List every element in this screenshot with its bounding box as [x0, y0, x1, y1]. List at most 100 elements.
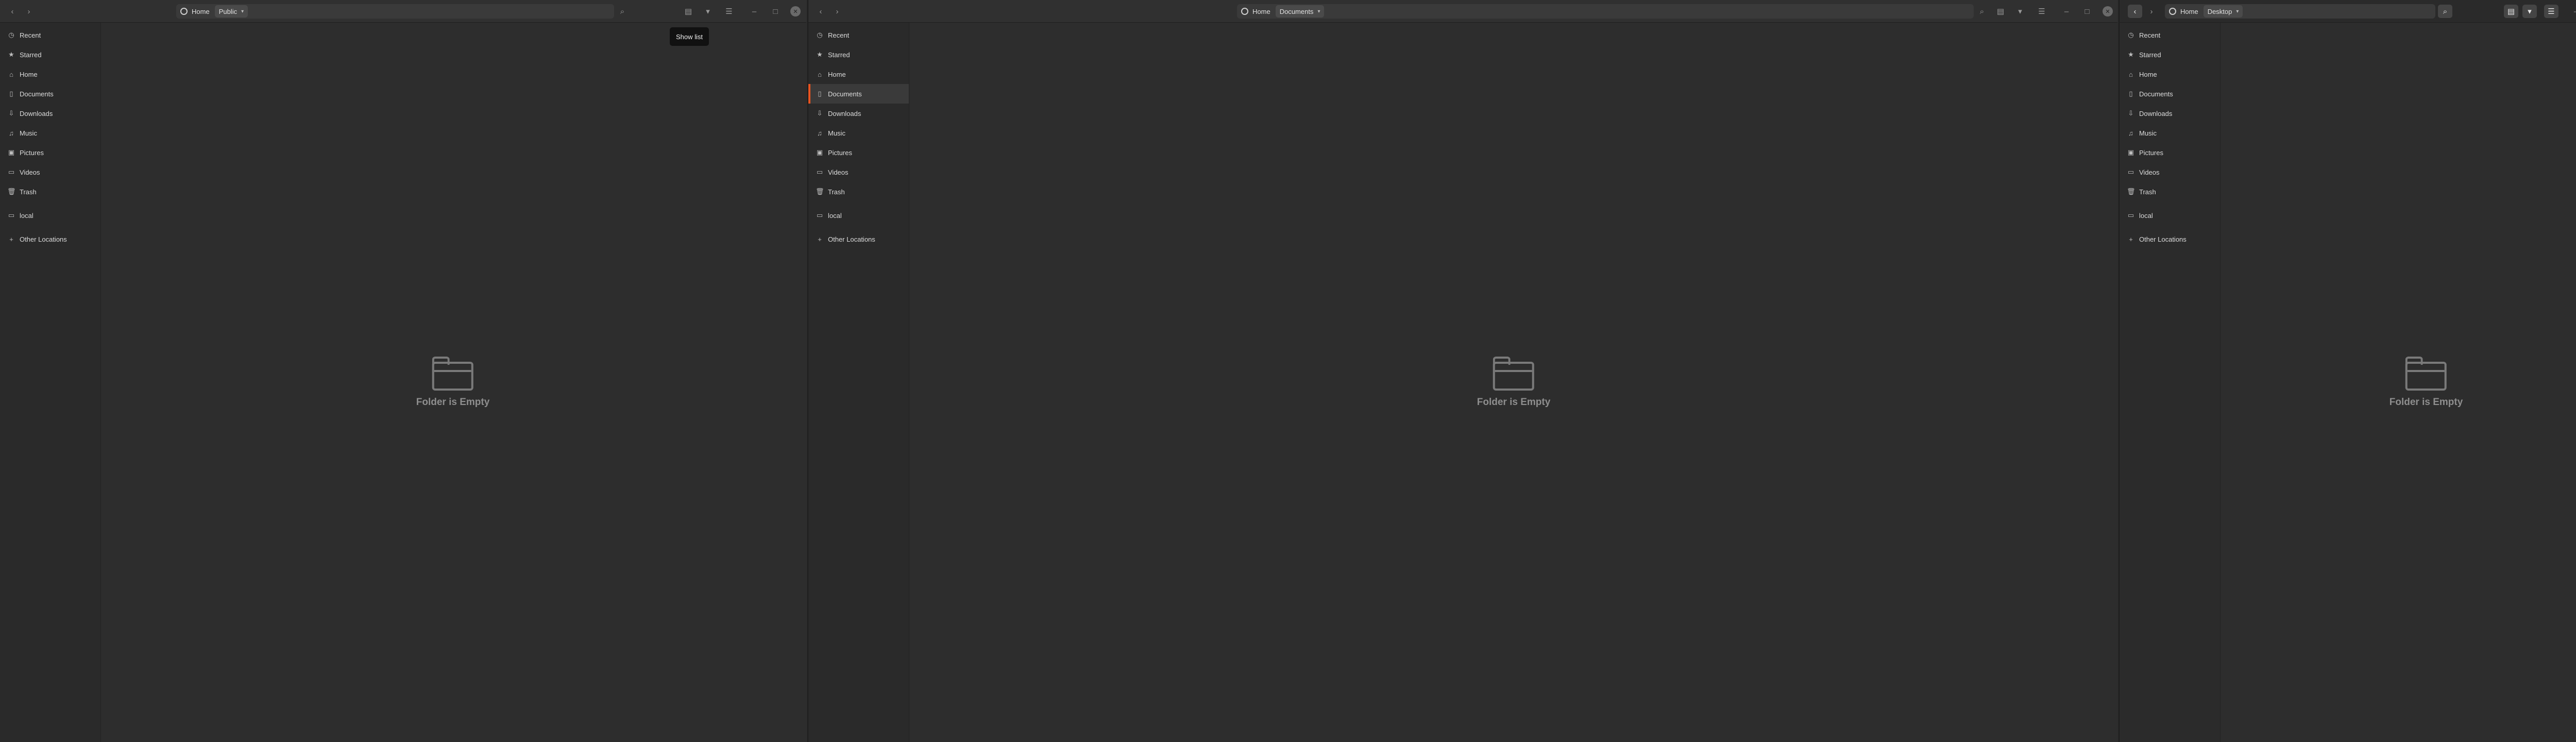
- minimize-button[interactable]: –: [2059, 5, 2074, 18]
- sidebar-item-starred[interactable]: ★ Starred: [0, 45, 100, 64]
- forward-icon: ›: [836, 7, 839, 16]
- grid-view-icon: ▤: [2507, 7, 2515, 16]
- sidebar-item-recent[interactable]: ◷ Recent: [0, 25, 100, 45]
- picture-icon: ▣: [8, 148, 15, 156]
- sidebar-item-downloads[interactable]: ⇩ Downloads: [2120, 104, 2220, 123]
- sidebar-item-pictures[interactable]: ▣ Pictures: [2120, 143, 2220, 162]
- close-button[interactable]: ✕: [2100, 5, 2115, 18]
- plus-icon: +: [9, 235, 13, 243]
- breadcrumb-current[interactable]: Public ▾: [214, 5, 248, 18]
- sidebar-item-videos[interactable]: ▭ Videos: [0, 162, 100, 182]
- forward-button[interactable]: ›: [2144, 5, 2159, 18]
- empty-folder-placeholder: Folder is Empty: [2389, 357, 2463, 408]
- breadcrumb-current[interactable]: Documents ▾: [1275, 5, 1325, 18]
- sidebar-item-documents[interactable]: ▯ Documents: [2120, 84, 2220, 104]
- sidebar-item-local[interactable]: ▭ local: [808, 206, 909, 225]
- headerbar: ‹ › Home Documents ▾ ⌕ ▤ ▾ ☰ – □ ✕: [808, 0, 2117, 23]
- sidebar-item-videos[interactable]: ▭ Videos: [2120, 162, 2220, 182]
- main-menu-button[interactable]: ☰: [2035, 5, 2049, 18]
- sidebar-item-recent[interactable]: ◷ Recent: [808, 25, 909, 45]
- picture-icon: ▣: [2127, 148, 2134, 156]
- view-options-button[interactable]: ▾: [701, 5, 715, 18]
- home-icon: [180, 8, 188, 15]
- location-bar[interactable]: Home Desktop ▾: [2165, 4, 2435, 19]
- sidebar-item-music[interactable]: ♫ Music: [0, 123, 100, 143]
- sidebar-item-pictures[interactable]: ▣ Pictures: [0, 143, 100, 162]
- sidebar-item-trash[interactable]: 🗑 Trash: [808, 182, 909, 201]
- maximize-button[interactable]: □: [2080, 5, 2094, 18]
- plus-icon: +: [818, 235, 822, 243]
- sidebar-item-local[interactable]: ▭ local: [2120, 206, 2220, 225]
- location-bar[interactable]: Home Public ▾: [176, 4, 614, 19]
- chevron-down-icon: ▾: [2236, 8, 2239, 14]
- main-menu-button[interactable]: ☰: [722, 5, 736, 18]
- plus-icon: +: [2129, 235, 2133, 243]
- breadcrumb-current[interactable]: Desktop ▾: [2203, 5, 2243, 18]
- empty-folder-label: Folder is Empty: [1477, 397, 1551, 408]
- search-button[interactable]: ⌕: [1975, 5, 1989, 18]
- close-button[interactable]: ✕: [788, 5, 803, 18]
- sidebar-item-trash[interactable]: 🗑 Trash: [0, 182, 100, 201]
- main-menu-button[interactable]: ☰: [2544, 5, 2558, 18]
- sidebar-item-home[interactable]: ⌂ Home: [0, 64, 100, 84]
- search-button[interactable]: ⌕: [615, 5, 630, 18]
- sidebar-item-other-locations[interactable]: + Other Locations: [0, 229, 100, 249]
- location-bar[interactable]: Home Documents ▾: [1237, 4, 1974, 19]
- back-button[interactable]: ‹: [5, 5, 20, 18]
- clock-icon: ◷: [8, 31, 14, 39]
- sidebar-item-home[interactable]: ⌂ Home: [2120, 64, 2220, 84]
- headerbar: ‹ › Home Desktop▾ ⌕ ▤ ▾ ☰ – □ ✕: [2120, 0, 2576, 23]
- sidebar-item-music[interactable]: ♫ Music: [808, 123, 909, 143]
- view-options-button[interactable]: ▾: [2013, 5, 2027, 18]
- sidebar-separator: [2120, 201, 2220, 206]
- sidebar: ◷ Recent ★ Starred ⌂ Home ▯ Documents ⇩ Downl…: [2120, 23, 2221, 742]
- maximize-button[interactable]: □: [768, 5, 783, 18]
- view-toggle-button[interactable]: ▤: [2504, 5, 2518, 18]
- file-view[interactable]: Folder is Empty: [2221, 23, 2576, 742]
- empty-folder-placeholder: Folder is Empty: [416, 357, 489, 408]
- forward-button[interactable]: ›: [830, 5, 844, 18]
- sidebar-item-starred[interactable]: ★ Starred: [808, 45, 909, 64]
- file-view[interactable]: Folder is Empty: [910, 23, 2117, 742]
- sidebar-item-downloads[interactable]: ⇩ Downloads: [0, 104, 100, 123]
- sidebar-item-home[interactable]: ⌂ Home: [808, 64, 909, 84]
- breadcrumb-home[interactable]: Home: [1237, 4, 1275, 19]
- folder-icon: [432, 357, 473, 391]
- sidebar-item-music[interactable]: ♫ Music: [2120, 123, 2220, 143]
- sidebar-item-videos[interactable]: ▭ Videos: [808, 162, 909, 182]
- breadcrumb-home[interactable]: Home: [176, 4, 214, 19]
- video-icon: ▭: [816, 168, 823, 176]
- sidebar-item-downloads[interactable]: ⇩ Downloads: [808, 104, 909, 123]
- sidebar-item-local[interactable]: ▭ local: [0, 206, 100, 225]
- sidebar-item-other-locations[interactable]: + Other Locations: [2120, 229, 2220, 249]
- forward-button[interactable]: ›: [22, 5, 36, 18]
- view-toggle-button[interactable]: ▤: [681, 5, 696, 18]
- minimize-button[interactable]: –: [747, 5, 761, 18]
- view-options-button[interactable]: ▾: [2522, 5, 2537, 18]
- home-icon: ⌂: [9, 70, 13, 78]
- minimize-button[interactable]: –: [2569, 5, 2576, 18]
- sidebar-item-documents[interactable]: ▯ Documents: [808, 84, 909, 104]
- forward-icon: ›: [2150, 7, 2153, 16]
- minimize-icon: –: [2574, 7, 2576, 16]
- breadcrumb-home[interactable]: Home: [2165, 4, 2202, 19]
- chevron-down-icon: ▾: [2018, 7, 2022, 16]
- search-button[interactable]: ⌕: [2438, 5, 2452, 18]
- sidebar-item-recent[interactable]: ◷ Recent: [2120, 25, 2220, 45]
- sidebar-item-other-locations[interactable]: + Other Locations: [808, 229, 909, 249]
- star-icon: ★: [2128, 50, 2134, 58]
- drive-icon: ▭: [2127, 211, 2134, 219]
- view-toggle-button[interactable]: ▤: [1993, 5, 2008, 18]
- clock-icon: ◷: [817, 31, 823, 39]
- close-icon: ✕: [2103, 6, 2113, 16]
- download-icon: ⇩: [817, 109, 823, 117]
- sidebar-item-starred[interactable]: ★ Starred: [2120, 45, 2220, 64]
- sidebar-item-pictures[interactable]: ▣ Pictures: [808, 143, 909, 162]
- sidebar-item-documents[interactable]: ▯ Documents: [0, 84, 100, 104]
- home-icon: ⌂: [2129, 70, 2133, 78]
- sidebar-item-trash[interactable]: 🗑 Trash: [2120, 182, 2220, 201]
- sidebar: ◷ Recent ★ Starred ⌂ Home ▯ Documents ⇩ Downl…: [808, 23, 909, 742]
- back-button[interactable]: ‹: [814, 5, 828, 18]
- back-button[interactable]: ‹: [2128, 5, 2142, 18]
- file-view[interactable]: Folder is Empty: [101, 23, 806, 742]
